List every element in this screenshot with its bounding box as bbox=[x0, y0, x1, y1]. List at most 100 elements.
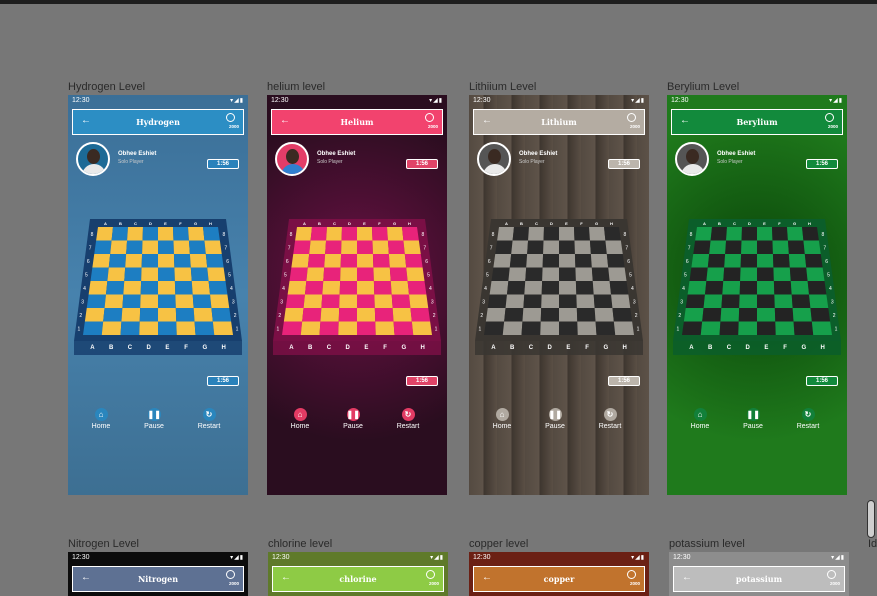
board-square[interactable] bbox=[174, 267, 192, 282]
board-square[interactable] bbox=[121, 308, 141, 322]
control-home-button[interactable]: ⌂ Home bbox=[285, 408, 315, 434]
board-square[interactable] bbox=[211, 308, 232, 322]
board-square[interactable] bbox=[124, 267, 142, 282]
chess-board[interactable]: AABBCCDDEEFFGGHH8 87 76 65 54 43 32 21 1 bbox=[68, 213, 248, 363]
control-restart-button[interactable]: ↻ Restart bbox=[393, 408, 423, 434]
board-square[interactable] bbox=[774, 308, 794, 322]
board-square[interactable] bbox=[404, 254, 423, 268]
board-square[interactable] bbox=[357, 240, 373, 255]
board-square[interactable] bbox=[604, 227, 621, 241]
board-square[interactable] bbox=[788, 254, 807, 268]
board-square[interactable] bbox=[210, 294, 230, 309]
board-square[interactable] bbox=[375, 321, 395, 336]
board-square[interactable] bbox=[738, 321, 757, 336]
board-square[interactable] bbox=[374, 308, 394, 322]
board-square[interactable] bbox=[576, 294, 595, 309]
board-square[interactable] bbox=[574, 254, 592, 268]
board-square[interactable] bbox=[527, 240, 544, 255]
board-square[interactable] bbox=[772, 240, 789, 255]
board-square[interactable] bbox=[306, 267, 325, 282]
board-square[interactable] bbox=[319, 321, 339, 336]
board-square[interactable] bbox=[491, 267, 510, 282]
board-square[interactable] bbox=[757, 308, 776, 322]
board-square[interactable] bbox=[589, 227, 606, 241]
board-square[interactable] bbox=[487, 294, 507, 309]
board-square[interactable] bbox=[158, 308, 177, 322]
board-square[interactable] bbox=[203, 227, 220, 241]
board-square[interactable] bbox=[524, 281, 543, 295]
board-square[interactable] bbox=[512, 227, 529, 241]
board-square[interactable] bbox=[389, 267, 408, 282]
board-square[interactable] bbox=[111, 227, 128, 241]
board-square[interactable] bbox=[339, 281, 357, 295]
control-pause-button[interactable]: ❚❚ Pause bbox=[139, 408, 169, 434]
board-square[interactable] bbox=[528, 227, 544, 241]
board-square[interactable] bbox=[682, 321, 703, 336]
board-square[interactable] bbox=[300, 321, 321, 336]
board-square[interactable] bbox=[612, 308, 633, 322]
board-square[interactable] bbox=[189, 254, 208, 268]
board-square[interactable] bbox=[139, 308, 158, 322]
board-square[interactable] bbox=[340, 254, 357, 268]
board-square[interactable] bbox=[391, 294, 411, 309]
board-square[interactable] bbox=[787, 240, 805, 255]
board-square[interactable] bbox=[357, 281, 375, 295]
board-square[interactable] bbox=[310, 227, 327, 241]
board-square[interactable] bbox=[411, 321, 432, 336]
board-square[interactable] bbox=[122, 294, 141, 309]
board-square[interactable] bbox=[338, 321, 357, 336]
board-square[interactable] bbox=[509, 254, 528, 268]
board-square[interactable] bbox=[543, 227, 559, 241]
board-square[interactable] bbox=[807, 281, 827, 295]
board-square[interactable] bbox=[322, 281, 341, 295]
board-square[interactable] bbox=[357, 321, 376, 336]
board-square[interactable] bbox=[757, 281, 775, 295]
board-square[interactable] bbox=[575, 281, 594, 295]
board-square[interactable] bbox=[594, 308, 614, 322]
board-square[interactable] bbox=[158, 281, 176, 295]
board-square[interactable] bbox=[740, 254, 757, 268]
board-square[interactable] bbox=[127, 227, 143, 241]
board-square[interactable] bbox=[700, 321, 721, 336]
board-square[interactable] bbox=[720, 308, 740, 322]
board-square[interactable] bbox=[542, 267, 559, 282]
control-pause-button[interactable]: ❚❚ Pause bbox=[338, 408, 368, 434]
board-square[interactable] bbox=[787, 227, 804, 241]
board-square[interactable] bbox=[287, 281, 307, 295]
board-square[interactable] bbox=[193, 308, 213, 322]
board-square[interactable] bbox=[94, 240, 112, 255]
board-square[interactable] bbox=[92, 254, 111, 268]
board-square[interactable] bbox=[204, 240, 222, 255]
board-square[interactable] bbox=[710, 227, 727, 241]
board-square[interactable] bbox=[409, 294, 429, 309]
board-square[interactable] bbox=[307, 254, 326, 268]
board-square[interactable] bbox=[141, 254, 158, 268]
board-square[interactable] bbox=[803, 240, 821, 255]
board-square[interactable] bbox=[757, 321, 776, 336]
board-square[interactable] bbox=[173, 254, 191, 268]
board-square[interactable] bbox=[142, 240, 158, 255]
board-square[interactable] bbox=[372, 227, 388, 241]
chess-board[interactable]: AABBCCDDEEFFGGHH8 87 76 65 54 43 32 21 1 bbox=[667, 213, 847, 363]
board-square[interactable] bbox=[372, 254, 390, 268]
board-square[interactable] bbox=[775, 321, 795, 336]
board-square[interactable] bbox=[683, 308, 704, 322]
board-square[interactable] bbox=[392, 308, 412, 322]
board-square[interactable] bbox=[402, 227, 419, 241]
board-square[interactable] bbox=[321, 294, 340, 309]
board-square[interactable] bbox=[403, 240, 421, 255]
board-square[interactable] bbox=[158, 240, 174, 255]
board-square[interactable] bbox=[357, 267, 374, 282]
board-square[interactable] bbox=[687, 281, 707, 295]
board-square[interactable] bbox=[105, 281, 125, 295]
board-square[interactable] bbox=[324, 254, 342, 268]
board-square[interactable] bbox=[283, 308, 304, 322]
board-square[interactable] bbox=[107, 267, 126, 282]
board-square[interactable] bbox=[373, 281, 392, 295]
board-square[interactable] bbox=[721, 294, 740, 309]
board-square[interactable] bbox=[104, 294, 124, 309]
board-square[interactable] bbox=[86, 294, 106, 309]
board-square[interactable] bbox=[174, 281, 193, 295]
board-square[interactable] bbox=[757, 254, 774, 268]
control-pause-button[interactable]: ❚❚ Pause bbox=[738, 408, 768, 434]
